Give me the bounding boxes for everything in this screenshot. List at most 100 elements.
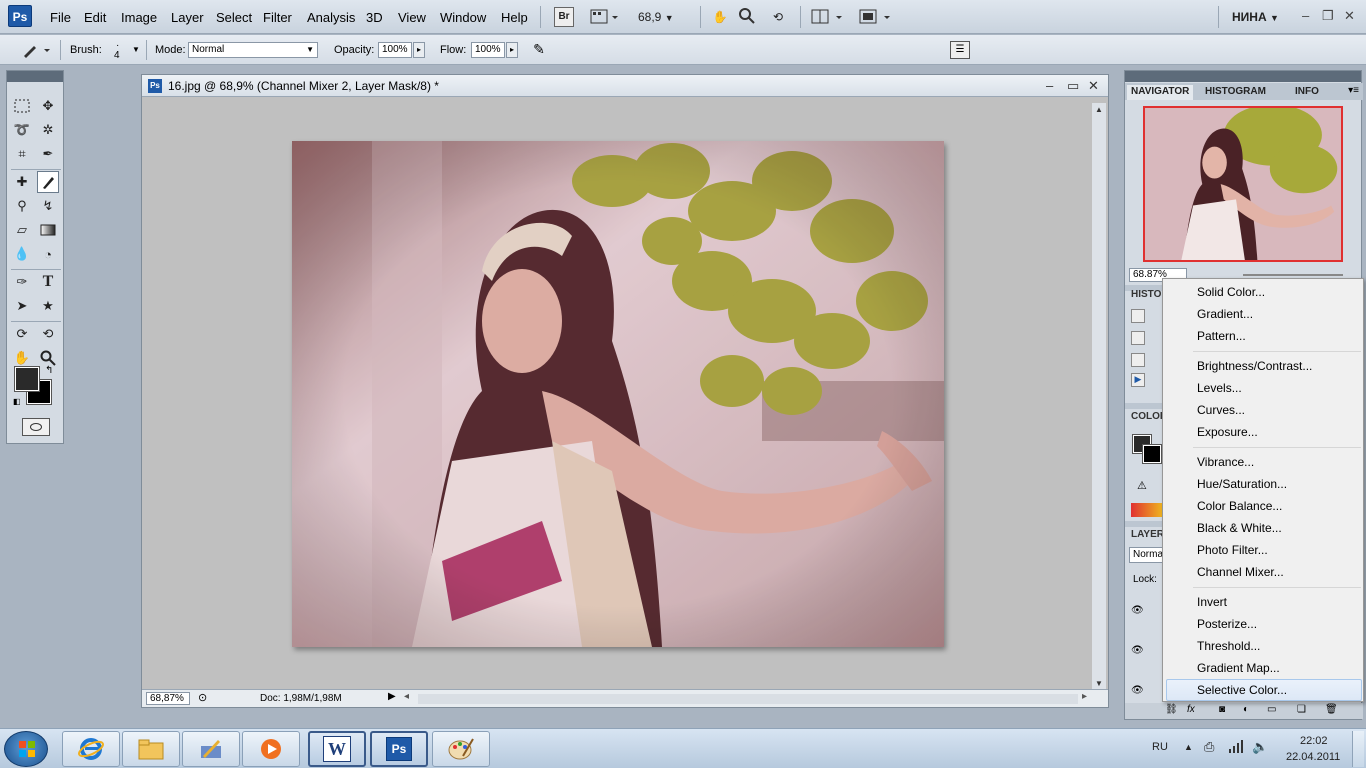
menu-item-gradient-map[interactable]: Gradient Map... [1166,657,1362,679]
taskbar-photoshop[interactable]: Ps [370,731,428,767]
tab-info[interactable]: INFO [1291,85,1323,100]
panel-menu-icon[interactable]: ▾≡ [1348,85,1359,96]
document-vertical-scrollbar[interactable]: ▲ ▼ [1092,103,1106,691]
menu-item-solid-color[interactable]: Solid Color... [1166,281,1362,303]
panel-dock-header[interactable] [1125,71,1361,82]
3d-rotate-icon[interactable]: ⟳ [11,323,33,345]
menu-item-gradient[interactable]: Gradient... [1166,303,1362,325]
toolbox-header[interactable] [7,71,63,82]
menu-item-invert[interactable]: Invert [1166,591,1362,613]
navigator-zoom-slider[interactable] [1243,274,1343,276]
menu-item-pattern[interactable]: Pattern... [1166,325,1362,347]
lasso-tool-icon[interactable]: ➰ [11,119,33,141]
doc-minimize-icon[interactable]: – [1046,78,1053,93]
pen-tool-icon[interactable]: ✑ [11,271,33,293]
menu-filter[interactable]: Filter [263,10,292,25]
close-icon[interactable]: ✕ [1344,8,1355,24]
opacity-slider-arrow[interactable]: ▸ [413,42,425,58]
gradient-tool-icon[interactable] [37,219,59,241]
brush-tool-icon[interactable] [37,171,59,193]
tray-expand-icon[interactable]: ▲ [1184,742,1193,752]
workspace-switcher[interactable]: НИНА ▼ [1232,7,1288,27]
adjustment-layer-icon[interactable]: ◐ [1243,704,1249,715]
layer-visibility-icon-3[interactable]: 👁 [1131,685,1144,696]
menu-item-curves[interactable]: Curves... [1166,399,1362,421]
hand-icon[interactable]: ✋ [11,347,33,369]
default-colors-icon[interactable]: ◧ [13,397,21,406]
menu-item-photo-filter[interactable]: Photo Filter... [1166,539,1362,561]
flow-field[interactable]: 100% [471,42,505,58]
custom-shape-icon[interactable]: ★ [37,295,59,317]
menu-view[interactable]: View [398,10,426,25]
taskbar-internet-explorer[interactable] [62,731,120,767]
document-horizontal-scrollbar[interactable] [418,694,1078,704]
new-layer-icon[interactable]: ❏ [1297,704,1306,715]
menu-file[interactable]: File [50,10,71,25]
show-desktop-button[interactable] [1352,731,1364,767]
menu-edit[interactable]: Edit [84,10,106,25]
foreground-color-swatch[interactable] [14,366,40,392]
rotate-view-icon[interactable]: ⟲ [768,7,788,27]
menu-help[interactable]: Help [501,10,528,25]
brush-panel-toggle-icon[interactable]: ☰ [950,41,970,59]
document-title-bar[interactable]: Ps 16.jpg @ 68,9% (Channel Mixer 2, Laye… [142,75,1108,97]
clone-stamp-icon[interactable]: ⚲ [11,195,33,217]
scroll-up-icon[interactable]: ▲ [1092,103,1106,117]
layer-style-icon[interactable]: fx [1187,704,1195,715]
color-ramp[interactable] [1131,503,1165,517]
menu-layer[interactable]: Layer [171,10,204,25]
menu-item-selective-color[interactable]: Selective Color... [1166,679,1362,701]
type-tool-icon[interactable]: T [37,271,59,293]
layers-panel-label[interactable]: LAYER [1131,529,1164,540]
3d-orbit-icon[interactable]: ⟲ [37,323,59,345]
layer-visibility-icon-2[interactable]: 👁 [1131,645,1144,656]
layer-visibility-icon-1[interactable]: 👁 [1131,605,1144,616]
tool-preset-picker[interactable] [20,41,54,59]
photoshop-logo-icon[interactable]: Ps [8,5,32,27]
eraser-icon[interactable]: ▱ [11,219,33,241]
blur-tool-icon[interactable]: 💧 [11,243,33,265]
menu-item-black-white[interactable]: Black & White... [1166,517,1362,539]
opacity-field[interactable]: 100% [378,42,412,58]
menu-item-levels[interactable]: Levels... [1166,377,1362,399]
swap-colors-icon[interactable]: ↰ [45,365,53,376]
menu-item-color-balance[interactable]: Color Balance... [1166,495,1362,517]
bridge-button[interactable]: Br [554,7,574,27]
airbrush-icon[interactable]: ✎ [528,41,550,59]
mode-dropdown[interactable]: Normal ▼ [188,42,318,58]
menu-item-threshold[interactable]: Threshold... [1166,635,1362,657]
history-brush-icon[interactable]: ↯ [37,195,59,217]
flow-slider-arrow[interactable]: ▸ [506,42,518,58]
hand-tool-icon[interactable]: ✋ [710,7,730,27]
taskbar-word[interactable]: W [308,731,366,767]
menu-item-brightness-contrast[interactable]: Brightness/Contrast... [1166,355,1362,377]
taskbar-app-3[interactable] [182,731,240,767]
menu-item-exposure[interactable]: Exposure... [1166,421,1362,443]
start-button[interactable] [4,731,48,767]
minimize-icon[interactable]: – [1302,8,1309,23]
arrange-documents-button[interactable] [810,7,846,27]
menu-select[interactable]: Select [216,10,252,25]
hscroll-left-icon[interactable]: ◂ [404,691,409,702]
eyedropper-icon[interactable]: ✒ [37,143,59,165]
crop-tool-icon[interactable]: ⌗ [11,143,33,165]
menu-item-posterize[interactable]: Posterize... [1166,613,1362,635]
dodge-tool-icon[interactable]: ◔ [37,243,59,265]
move-tool-icon[interactable]: ✥ [37,95,59,117]
menu-window[interactable]: Window [440,10,486,25]
input-language-indicator[interactable]: RU [1152,741,1168,753]
panel-bg-swatch[interactable] [1142,444,1162,464]
menu-image[interactable]: Image [121,10,157,25]
taskbar-explorer[interactable] [122,731,180,767]
brush-picker[interactable]: · 4 ▼ [108,40,140,62]
path-selection-icon[interactable]: ➤ [11,295,33,317]
navigator-view-box[interactable] [1143,106,1343,262]
taskbar-media-player[interactable] [242,731,300,767]
history-snapshot-1[interactable] [1131,309,1145,323]
volume-icon[interactable]: 🔈 [1252,739,1268,755]
history-panel-label[interactable]: HISTO [1131,289,1161,300]
history-state-icon[interactable]: ▶ [1131,373,1145,387]
view-extras-button[interactable] [590,7,620,27]
doc-maximize-icon[interactable]: ▭ [1067,78,1079,94]
status-zoom-field[interactable]: 68,87% [146,692,190,705]
